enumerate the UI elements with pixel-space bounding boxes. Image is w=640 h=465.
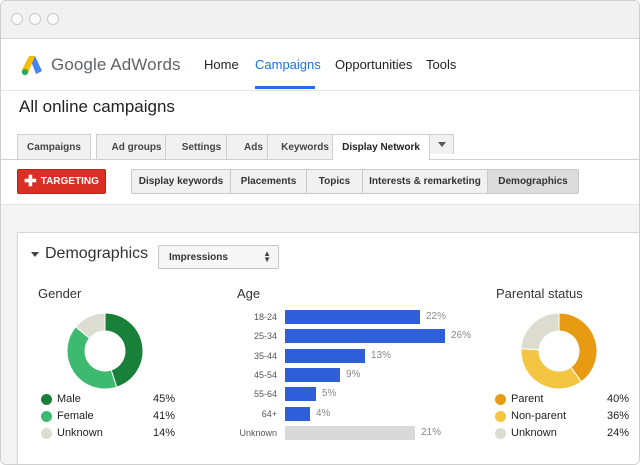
window-zoom-dot[interactable]	[47, 13, 59, 25]
adwords-logo-icon	[21, 56, 42, 76]
parental-legend-label: Parent	[511, 393, 544, 405]
gender-legend-label: Male	[57, 393, 81, 405]
parental-legend-dot	[495, 411, 506, 422]
age-bar-64-[interactable]	[285, 407, 310, 421]
age-bar-35-44[interactable]	[285, 349, 365, 363]
gender-legend-dot	[41, 428, 52, 439]
gender-title: Gender	[38, 286, 82, 301]
age-tick-label-25-34: 25-34	[253, 331, 277, 341]
age-tick-label-55-64: 55-64	[253, 389, 277, 399]
browser-window: Google AdWords Home Campaigns Opportunit…	[0, 0, 640, 465]
app-header: Google AdWords Home Campaigns Opportunit…	[1, 39, 639, 91]
age-title: Age	[237, 286, 261, 301]
gender-legend-male: Male 45%	[41, 393, 183, 407]
parental-legend-non-parent: Non-parent 36%	[495, 410, 637, 424]
tab-display-network[interactable]: Display Network	[332, 134, 430, 160]
gender-legend-unknown: Unknown 14%	[41, 427, 183, 441]
targeting-button-label: TARGETING	[40, 176, 99, 187]
window-titlebar	[1, 1, 639, 39]
parental-legend-pct: 40%	[607, 393, 630, 405]
age-tick-label-45-54: 45-54	[253, 370, 277, 380]
age-data-label-64-: 4%	[316, 408, 331, 419]
nav-tools[interactable]: Tools	[426, 57, 456, 72]
age-bar-45-54[interactable]	[285, 368, 340, 382]
age-bar-18-24[interactable]	[285, 310, 420, 324]
window-minimize-dot[interactable]	[29, 13, 41, 25]
parental-legend-label: Non-parent	[511, 410, 567, 422]
parental-legend-label: Unknown	[511, 427, 557, 439]
age-data-label-unknown: 21%	[421, 427, 442, 438]
subtab-placements[interactable]: Placements	[231, 169, 307, 194]
window-close-dot[interactable]	[11, 13, 23, 25]
age-data-label-55-64: 5%	[322, 388, 337, 399]
logo-text: Google AdWords	[51, 55, 181, 74]
metric-select[interactable]: Impressions ▲ ▼	[158, 245, 279, 269]
tabs-more-dropdown[interactable]	[429, 134, 454, 154]
parental-title: Parental status	[496, 286, 583, 301]
parental-legend-dot	[495, 428, 506, 439]
gender-legend-label: Female	[57, 410, 94, 422]
age-tick-label-unknown: Unknown	[239, 428, 277, 438]
targeting-button[interactable]: ✚ TARGETING	[17, 169, 106, 194]
subtab-interests-remarketing[interactable]: Interests & remarketing	[363, 169, 488, 194]
age-bar-unknown[interactable]	[285, 426, 415, 440]
nav-campaigns[interactable]: Campaigns	[255, 57, 321, 72]
targeting-subtabs: Display keywords Placements Topics Inter…	[131, 169, 579, 194]
gender-legend-pct: 41%	[153, 410, 176, 422]
gender-donut-chart	[66, 312, 144, 390]
age-tick-label-18-24: 18-24	[253, 312, 277, 322]
parental-legend-pct: 24%	[607, 427, 630, 439]
age-tick-label-64-: 64+	[261, 409, 277, 419]
demographics-title: Demographics	[45, 245, 149, 262]
gender-legend-dot	[41, 411, 52, 422]
age-data-label-45-54: 9%	[346, 369, 361, 380]
tabs-baseline	[1, 159, 639, 160]
gender-legend-pct: 45%	[153, 393, 176, 405]
subtab-topics[interactable]: Topics	[307, 169, 363, 194]
age-data-label-18-24: 22%	[426, 311, 447, 322]
plus-icon: ✚	[24, 173, 37, 190]
chevron-down-icon	[437, 142, 446, 147]
parental-slice-unknown[interactable]	[520, 312, 560, 351]
gender-legend-dot	[41, 394, 52, 405]
parental-legend-pct: 36%	[607, 410, 630, 422]
select-arrows-icon: ▲ ▼	[263, 249, 271, 264]
adwords-logo[interactable]: Google AdWords	[21, 52, 181, 78]
parental-legend-parent: Parent 40%	[495, 393, 637, 407]
demographics-toggle[interactable]: Demographics	[31, 245, 148, 263]
parental-donut-chart	[520, 312, 598, 390]
tab-campaigns[interactable]: Campaigns	[17, 134, 91, 159]
age-tick-label-35-44: 35-44	[253, 351, 277, 361]
caret-down-icon	[31, 251, 39, 257]
subtab-display-keywords[interactable]: Display keywords	[131, 169, 231, 194]
nav-opportunities[interactable]: Opportunities	[335, 57, 412, 72]
age-bar-55-64[interactable]	[285, 387, 316, 401]
gender-legend-label: Unknown	[57, 427, 103, 439]
gender-legend-pct: 14%	[153, 427, 176, 439]
parental-legend-unknown: Unknown 24%	[495, 427, 637, 441]
parental-legend-dot	[495, 394, 506, 405]
gender-legend-female: Female 41%	[41, 410, 183, 424]
nav-active-indicator	[255, 86, 315, 89]
nav-home[interactable]: Home	[204, 57, 239, 72]
parental-slice-non-parent[interactable]	[520, 348, 583, 390]
age-bar-25-34[interactable]	[285, 329, 445, 343]
page-title: All online campaigns	[19, 97, 175, 116]
age-data-label-25-34: 26%	[451, 330, 472, 341]
subtab-demographics[interactable]: Demographics	[488, 169, 579, 194]
metric-select-value: Impressions	[169, 251, 228, 263]
age-data-label-35-44: 13%	[371, 350, 392, 361]
